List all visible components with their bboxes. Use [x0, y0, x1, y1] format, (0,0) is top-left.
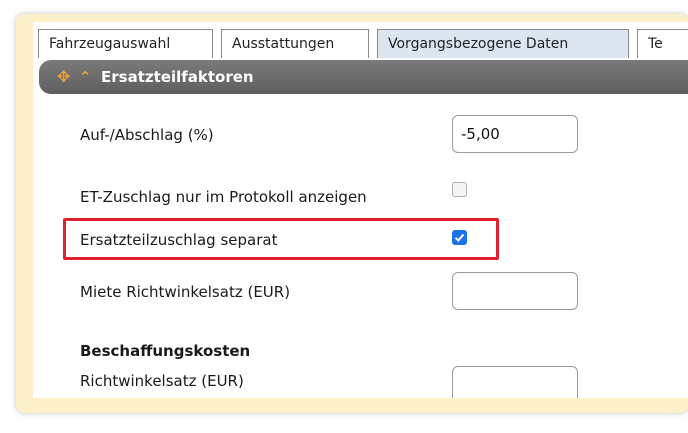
check-icon — [454, 233, 465, 242]
section-header[interactable]: ✥ ⌃ Ersatzteilfaktoren — [39, 60, 688, 94]
miete-input[interactable] — [452, 272, 578, 310]
form-panel: Fahrzeugauswahl Ausstattungen Vorgangsbe… — [33, 22, 688, 398]
ersatzteilzuschlag-label: Ersatzteilzuschlag separat — [80, 231, 278, 249]
auf-abschlag-input[interactable]: -5,00 — [452, 115, 578, 153]
tab-bar: Fahrzeugauswahl Ausstattungen Vorgangsbe… — [33, 29, 688, 59]
section-title: Ersatzteilfaktoren — [101, 68, 254, 86]
chevron-up-icon[interactable]: ⌃ — [79, 60, 92, 94]
richtwinkelsatz-label: Richtwinkelsatz (EUR) — [80, 372, 244, 390]
move-icon[interactable]: ✥ — [57, 60, 70, 94]
tab-vorgangsbezogene-daten[interactable]: Vorgangsbezogene Daten — [377, 29, 629, 58]
miete-label: Miete Richtwinkelsatz (EUR) — [80, 283, 291, 301]
et-zuschlag-label: ET-Zuschlag nur im Protokoll anzeigen — [80, 188, 367, 206]
richtwinkelsatz-input[interactable] — [452, 366, 578, 398]
beschaffungskosten-heading: Beschaffungskosten — [80, 342, 251, 360]
et-zuschlag-checkbox[interactable] — [452, 182, 467, 197]
tab-ausstattungen[interactable]: Ausstattungen — [221, 29, 369, 58]
tab-fahrzeugauswahl[interactable]: Fahrzeugauswahl — [38, 29, 213, 58]
auf-abschlag-label: Auf-/Abschlag (%) — [80, 126, 214, 144]
tab-te[interactable]: Te — [637, 29, 688, 58]
ersatzteilzuschlag-checkbox[interactable] — [452, 230, 467, 245]
